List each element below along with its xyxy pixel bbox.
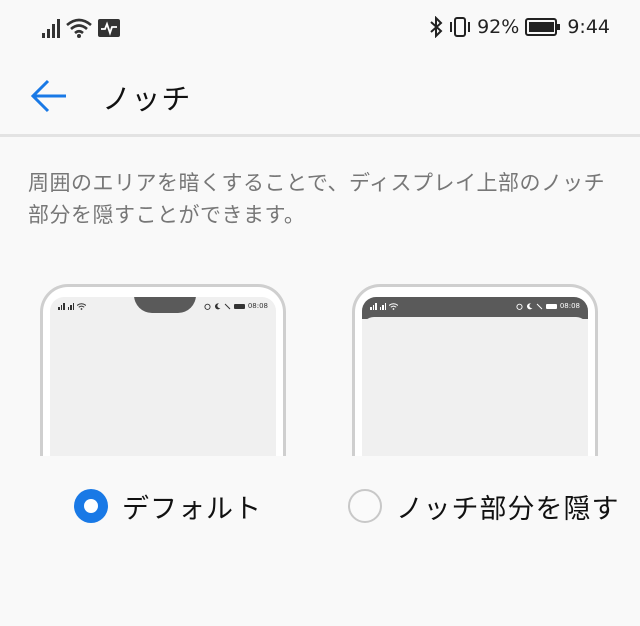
alarm-icon [516, 303, 523, 310]
wifi-icon [77, 302, 86, 310]
moon-icon [214, 302, 221, 309]
radio-selected[interactable] [74, 489, 108, 523]
preview-hide-notch[interactable]: 08:08 [352, 284, 598, 456]
preview-default[interactable]: 08:08 [40, 284, 286, 456]
status-bar: 92% 9:44 [0, 0, 640, 56]
battery-icon [525, 18, 561, 36]
back-button[interactable] [28, 76, 72, 116]
mute-icon [536, 303, 543, 309]
inner-screen [362, 317, 588, 456]
preview-time: 08:08 [247, 302, 268, 310]
alarm-icon [204, 303, 211, 310]
dark-band: 08:08 [362, 297, 588, 319]
preview-screen: 08:08 [362, 297, 588, 456]
signal-icon [370, 302, 377, 310]
bluetooth-icon [430, 16, 443, 38]
status-left [42, 16, 120, 38]
notch [134, 297, 196, 313]
preview-time: 08:08 [559, 302, 580, 310]
page-title: ノッチ [102, 82, 192, 116]
option-label: デフォルト [122, 493, 262, 525]
signal-icon [67, 302, 74, 310]
arrow-left-icon [30, 79, 66, 113]
preview-screen: 08:08 [50, 297, 276, 456]
header-divider [0, 134, 640, 137]
activity-icon [98, 19, 120, 37]
option-hide-notch[interactable]: ノッチ部分を隠す [348, 486, 619, 526]
preview-status-right: 08:08 [516, 301, 580, 311]
vibrate-icon [450, 17, 471, 37]
clock: 9:44 [567, 16, 610, 38]
option-default[interactable]: デフォルト [74, 486, 262, 526]
description-text: 周囲のエリアを暗くすることで、ディスプレイ上部のノッチ部分を隠すことができます。 [28, 171, 606, 227]
battery-icon [233, 303, 245, 309]
app-header: ノッチ [0, 56, 640, 136]
signal-icon [42, 18, 60, 38]
radio-unselected[interactable] [348, 489, 382, 523]
mute-icon [224, 303, 231, 309]
wifi-icon [389, 302, 398, 310]
preview-status-left [58, 301, 86, 311]
preview-status-left [370, 301, 398, 311]
battery-icon [545, 303, 557, 309]
status-right: 92% 9:44 [429, 14, 610, 40]
preview-status-right: 08:08 [204, 301, 268, 311]
option-label: ノッチ部分を隠す [396, 493, 620, 525]
signal-icon [58, 302, 65, 310]
wifi-icon [66, 18, 92, 38]
signal-icon [379, 302, 386, 310]
moon-icon [526, 302, 533, 309]
battery-percent: 92% [477, 16, 520, 38]
